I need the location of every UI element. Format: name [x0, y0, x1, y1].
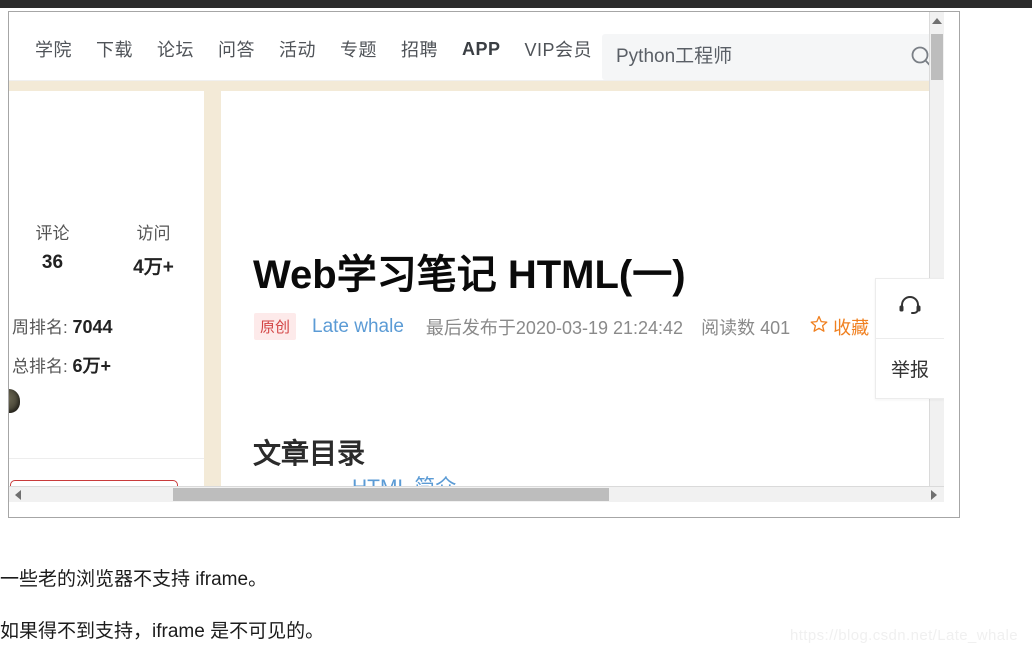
- toc-heading: 文章目录: [253, 438, 366, 470]
- horizontal-scroll-thumb[interactable]: [173, 488, 609, 501]
- search-box[interactable]: [602, 34, 942, 80]
- favorite-button[interactable]: 收藏: [810, 314, 869, 340]
- search-input[interactable]: [602, 45, 902, 69]
- total-rank-value: 6万+: [72, 356, 111, 376]
- read-count-label: 阅读数: [701, 317, 756, 338]
- blogger-stats-values: 36 4万+: [9, 252, 204, 279]
- triangle-up-icon[interactable]: [930, 13, 944, 29]
- nav-item-forum[interactable]: 论坛: [145, 36, 206, 62]
- author-link[interactable]: Late whale: [312, 316, 404, 338]
- medal-icon: [9, 389, 20, 413]
- nav-item-topics[interactable]: 专题: [328, 36, 389, 62]
- favorite-label: 收藏: [833, 317, 870, 338]
- read-count-value: 401: [760, 317, 791, 338]
- week-rank-label: 周排名:: [12, 318, 68, 337]
- stat-value-comments: 36: [41, 252, 64, 273]
- iframe-vertical-scrollbar[interactable]: [929, 12, 944, 502]
- week-rank-value: 7044: [72, 317, 113, 337]
- article-meta-row: 原创 Late whale 最后发布于2020-03-19 21:24:42 阅…: [254, 313, 909, 340]
- host-page: 学院 下载 论坛 问答 活动 专题 招聘 APP VIP会员 Python工程师…: [0, 8, 1032, 648]
- triangle-right-icon[interactable]: [926, 487, 942, 502]
- nav-item-vip[interactable]: VIP会员: [513, 36, 605, 62]
- stat-label-comments: 评论: [35, 224, 70, 243]
- iframe-horizontal-scrollbar[interactable]: [9, 486, 944, 502]
- nav-item-list: 学院 下载 论坛 问答 活动 专题 招聘 APP VIP会员: [23, 36, 604, 62]
- vertical-scroll-thumb[interactable]: [931, 34, 943, 80]
- headset-icon: [895, 291, 925, 327]
- floating-action-panel: 举报: [875, 278, 944, 399]
- embedded-iframe: 学院 下载 论坛 问答 活动 专题 招聘 APP VIP会员 Python工程师…: [8, 11, 960, 518]
- article-column: Web学习笔记 HTML(一) 原创 Late whale 最后发布于2020-…: [221, 91, 944, 502]
- sidebar-divider: [9, 458, 204, 459]
- triangle-left-icon[interactable]: [10, 487, 26, 502]
- nav-item-academy[interactable]: 学院: [23, 36, 84, 62]
- host-paragraph-2: 如果得不到支持，iframe 是不可见的。: [0, 621, 325, 642]
- nav-item-app[interactable]: APP: [450, 39, 513, 60]
- watermark: https://blog.csdn.net/Late_whale: [790, 627, 1018, 644]
- customer-service-button[interactable]: [876, 279, 944, 339]
- iframe-viewport: 学院 下载 论坛 问答 活动 专题 招聘 APP VIP会员 Python工程师…: [9, 12, 944, 502]
- page-title: Web学习笔记 HTML(一): [253, 252, 686, 297]
- site-body-background: 评论 访问 36 4万+ 周排名: 7044 总排名: 6万+ Web学习笔记 …: [9, 81, 944, 502]
- stat-value-visits: 4万+: [133, 257, 174, 278]
- nav-item-qa[interactable]: 问答: [206, 36, 267, 62]
- host-paragraph-1: 一些老的浏览器不支持 iframe。: [0, 569, 268, 590]
- star-icon: [810, 315, 828, 338]
- site-navigation-bar: 学院 下载 论坛 问答 活动 专题 招聘 APP VIP会员: [9, 12, 944, 81]
- nav-item-download[interactable]: 下载: [84, 36, 145, 62]
- status-badge-original: 原创: [254, 313, 297, 340]
- total-rank-label: 总排名:: [12, 357, 68, 376]
- nav-item-jobs[interactable]: 招聘: [389, 36, 450, 62]
- nav-item-activity[interactable]: 活动: [267, 36, 328, 62]
- report-button[interactable]: 举报: [876, 339, 944, 398]
- read-count: 阅读数 401: [701, 314, 790, 340]
- blogger-stats-labels: 评论 访问: [9, 219, 204, 244]
- stat-label-visits: 访问: [136, 224, 171, 243]
- total-rank: 总排名: 6万+: [12, 352, 111, 378]
- week-rank: 周排名: 7044: [12, 313, 113, 338]
- blogger-sidebar: 评论 访问 36 4万+ 周排名: 7044 总排名: 6万+: [9, 91, 204, 502]
- browser-top-strip: [0, 0, 1032, 8]
- published-date: 最后发布于2020-03-19 21:24:42: [425, 317, 684, 338]
